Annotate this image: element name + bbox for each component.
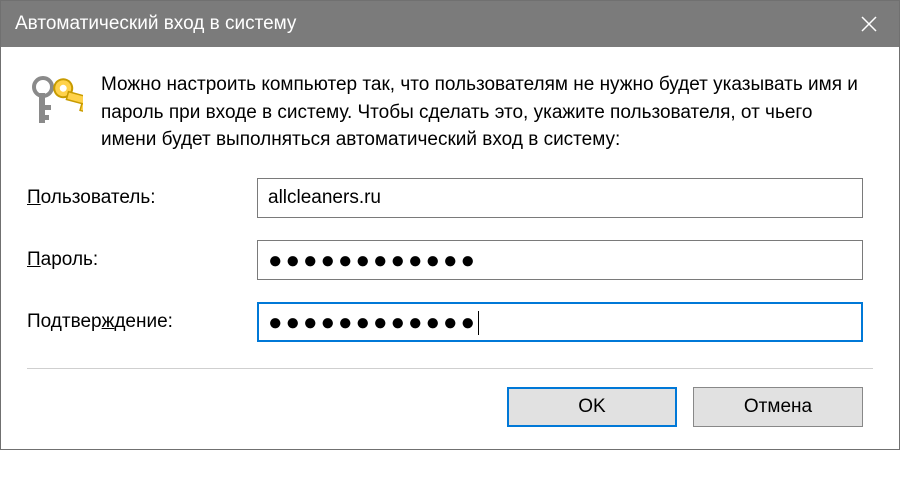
form: Пользователь: Пароль: ●●●●●●●●●●●● Подтв… <box>27 178 873 342</box>
confirm-prefix: Подтвер <box>27 311 102 332</box>
intro-text: Можно настроить компьютер так, что польз… <box>101 71 873 154</box>
password-mask: ●●●●●●●●●●●● <box>268 247 478 275</box>
password-accesskey: П <box>27 249 41 270</box>
password-input[interactable]: ●●●●●●●●●●●● <box>257 240 863 280</box>
username-accesskey: П <box>27 187 41 208</box>
close-icon <box>861 16 877 32</box>
titlebar-title: Автоматический вход в систему <box>15 13 296 35</box>
ok-button[interactable]: OK <box>507 387 677 427</box>
username-input[interactable] <box>257 178 863 218</box>
confirm-accesskey: ж <box>102 311 115 332</box>
autologon-dialog: Автоматический вход в систему <box>0 0 900 450</box>
intro-row: Можно настроить компьютер так, что польз… <box>27 71 873 154</box>
keys-icon <box>27 73 83 129</box>
password-label: Пароль: <box>27 249 257 271</box>
confirm-label: Подтверждение: <box>27 311 257 333</box>
password-label-rest: ароль: <box>41 249 99 270</box>
dialog-footer: OK Отмена <box>27 368 873 427</box>
confirm-mask: ●●●●●●●●●●●● <box>268 309 478 337</box>
titlebar: Автоматический вход в систему <box>1 1 899 47</box>
text-caret <box>478 311 480 335</box>
username-label: Пользователь: <box>27 187 257 209</box>
confirm-input[interactable]: ●●●●●●●●●●●● <box>257 302 863 342</box>
close-button[interactable] <box>839 1 899 47</box>
cancel-button[interactable]: Отмена <box>693 387 863 427</box>
username-label-rest: ользователь: <box>41 187 156 208</box>
confirm-rest: дение: <box>114 311 173 332</box>
dialog-body: Можно настроить компьютер так, что польз… <box>1 47 899 449</box>
